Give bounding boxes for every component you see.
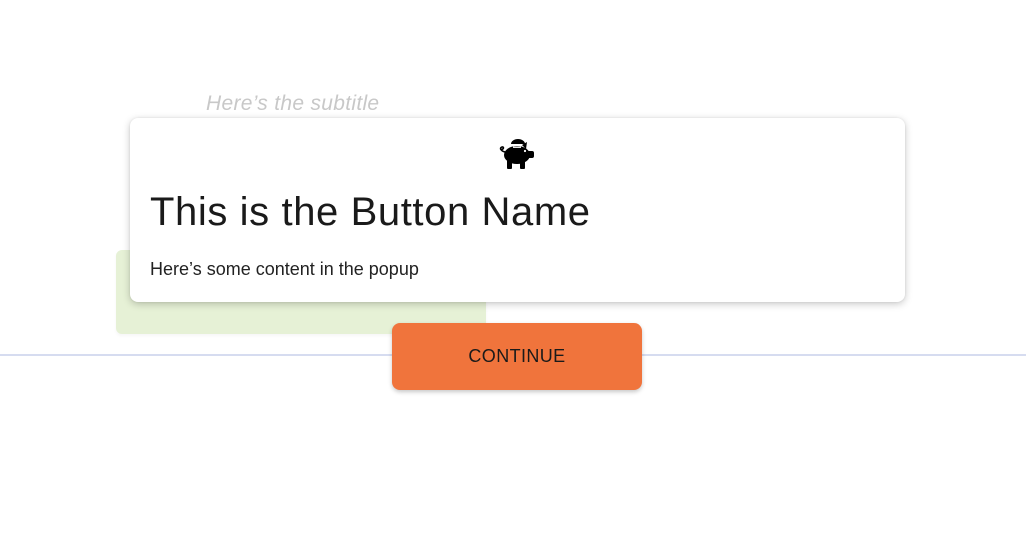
- screen: Here’s the subtitle This is the Button N…: [0, 0, 1026, 553]
- popup-content: Here’s some content in the popup: [150, 259, 419, 279]
- background-subtitle: Here’s the subtitle: [206, 92, 380, 115]
- continue-button[interactable]: CONTINUE: [392, 323, 642, 390]
- piggy-bank-icon: [498, 136, 536, 170]
- popup-dialog: This is the Button Name Here’s some cont…: [130, 118, 905, 302]
- popup-title: This is the Button Name: [150, 190, 591, 234]
